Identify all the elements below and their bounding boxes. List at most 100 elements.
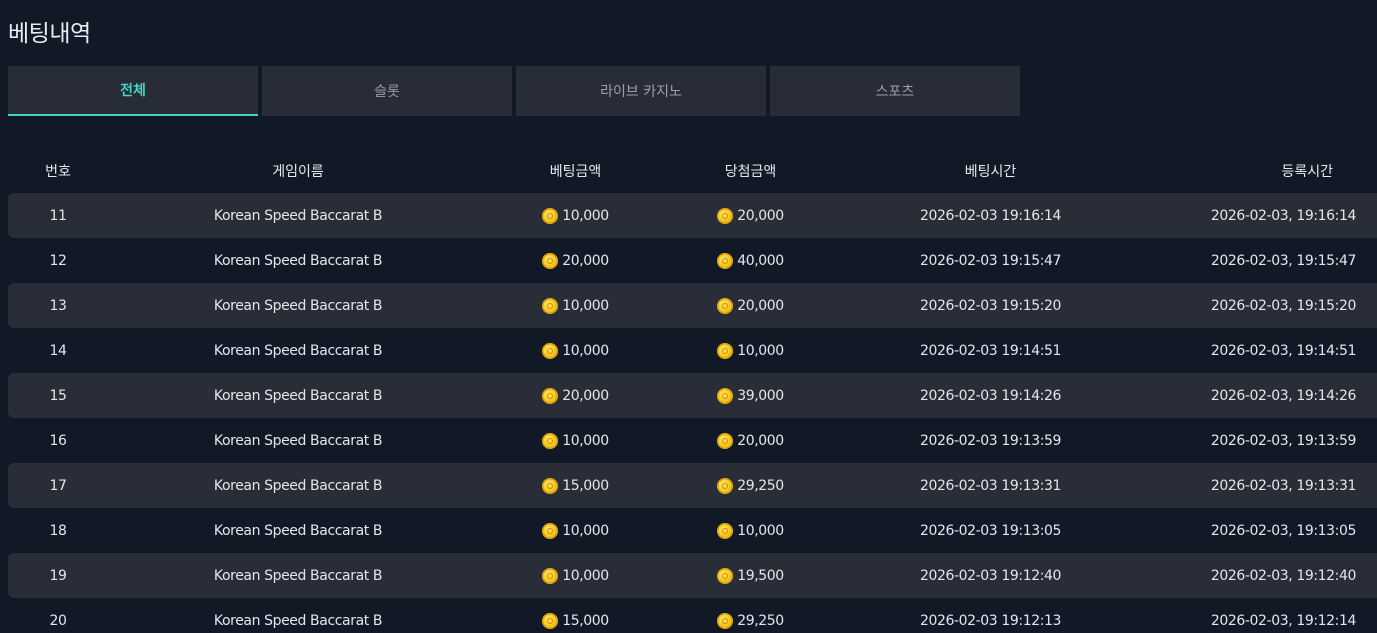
game-name: Korean Speed Baccarat B <box>213 252 383 269</box>
bet-time: 2026-02-03 19:12:40 <box>919 567 1062 584</box>
gold-coin-icon <box>717 342 734 359</box>
win-amount-value: 20,000 <box>737 297 784 314</box>
gold-coin-icon <box>542 207 559 224</box>
header-win-amount: 당첨금액 <box>724 163 777 180</box>
gold-coin-icon <box>717 387 734 404</box>
table-row: 17 Korean Speed Baccarat B 15,000 29,250 202… <box>8 463 1377 508</box>
win-amount: 40,000 <box>663 252 838 269</box>
win-amount: 19,500 <box>663 567 838 584</box>
gold-coin-icon <box>717 567 734 584</box>
gold-coin-icon <box>542 252 559 269</box>
bet-amount-value: 10,000 <box>562 342 609 359</box>
header-game: 게임이름 <box>272 163 324 180</box>
win-amount: 20,000 <box>663 432 838 449</box>
row-number: 14 <box>49 342 67 359</box>
bet-amount: 20,000 <box>488 387 663 404</box>
bet-time: 2026-02-03 19:15:47 <box>919 252 1062 269</box>
gold-coin-icon <box>542 432 559 449</box>
table-row: 19 Korean Speed Baccarat B 10,000 19,500 202… <box>8 553 1377 598</box>
header-reg-time: 등록시간 <box>1281 163 1333 180</box>
header-bet-time: 베팅시간 <box>964 163 1017 180</box>
bet-amount-value: 10,000 <box>562 522 609 539</box>
row-number: 11 <box>49 207 67 224</box>
row-number: 20 <box>49 612 67 629</box>
row-number: 18 <box>49 522 67 539</box>
bet-amount: 15,000 <box>488 477 663 494</box>
reg-time: 2026-02-03, 19:14:26 <box>1210 387 1357 404</box>
gold-coin-icon <box>717 432 734 449</box>
bet-amount-value: 20,000 <box>562 252 609 269</box>
win-amount-value: 20,000 <box>737 207 784 224</box>
row-number: 16 <box>49 432 67 449</box>
table-row: 12 Korean Speed Baccarat B 20,000 40,000 202… <box>8 238 1377 283</box>
table-row: 15 Korean Speed Baccarat B 20,000 39,000 202… <box>8 373 1377 418</box>
game-name: Korean Speed Baccarat B <box>213 432 383 449</box>
win-amount-value: 20,000 <box>737 432 784 449</box>
page-title: 베팅내역 <box>8 21 91 47</box>
win-amount: 10,000 <box>663 342 838 359</box>
win-amount: 10,000 <box>663 522 838 539</box>
table-row: 16 Korean Speed Baccarat B 10,000 20,000 202… <box>8 418 1377 463</box>
bet-amount: 15,000 <box>488 612 663 629</box>
row-number: 13 <box>49 297 67 314</box>
bet-amount: 10,000 <box>488 207 663 224</box>
header-bet-amount: 베팅금액 <box>549 163 602 180</box>
table-body: 11 Korean Speed Baccarat B 10,000 20,000 202… <box>8 193 1377 633</box>
table-row: 11 Korean Speed Baccarat B 10,000 20,000 202… <box>8 193 1377 238</box>
game-name: Korean Speed Baccarat B <box>213 612 383 629</box>
tab-all[interactable]: 전체 <box>8 66 258 116</box>
table-header: 번호 게임이름 베팅금액 당첨금액 베팅시간 등록시간 <box>8 148 1377 193</box>
gold-coin-icon <box>542 522 559 539</box>
win-amount-value: 29,250 <box>737 477 784 494</box>
win-amount: 20,000 <box>663 297 838 314</box>
table-row: 20 Korean Speed Baccarat B 15,000 29,250 202… <box>8 598 1377 633</box>
tab-slot[interactable]: 슬롯 <box>262 66 512 116</box>
bet-amount: 10,000 <box>488 567 663 584</box>
reg-time: 2026-02-03, 19:13:05 <box>1210 522 1357 539</box>
bet-time: 2026-02-03 19:13:31 <box>919 477 1062 494</box>
reg-time: 2026-02-03, 19:12:14 <box>1210 612 1357 629</box>
win-amount-value: 40,000 <box>737 252 784 269</box>
reg-time: 2026-02-03, 19:16:14 <box>1210 207 1357 224</box>
bet-amount-value: 10,000 <box>562 432 609 449</box>
win-amount: 39,000 <box>663 387 838 404</box>
bet-time: 2026-02-03 19:14:26 <box>919 387 1062 404</box>
win-amount-value: 29,250 <box>737 612 784 629</box>
game-name: Korean Speed Baccarat B <box>213 387 383 404</box>
category-tabs: 전체 슬롯 라이브 카지노 스포츠 <box>8 66 1020 116</box>
row-number: 15 <box>49 387 67 404</box>
gold-coin-icon <box>542 612 559 629</box>
win-amount: 20,000 <box>663 207 838 224</box>
table-row: 14 Korean Speed Baccarat B 10,000 10,000 202… <box>8 328 1377 373</box>
table-row: 13 Korean Speed Baccarat B 10,000 20,000 202… <box>8 283 1377 328</box>
bet-time: 2026-02-03 19:13:05 <box>919 522 1062 539</box>
reg-time: 2026-02-03, 19:15:47 <box>1210 252 1357 269</box>
row-number: 19 <box>49 567 67 584</box>
game-name: Korean Speed Baccarat B <box>213 342 383 359</box>
gold-coin-icon <box>542 387 559 404</box>
game-name: Korean Speed Baccarat B <box>213 477 383 494</box>
gold-coin-icon <box>542 342 559 359</box>
bet-amount-value: 10,000 <box>562 207 609 224</box>
table-row: 18 Korean Speed Baccarat B 10,000 10,000 202… <box>8 508 1377 553</box>
gold-coin-icon <box>542 297 559 314</box>
bet-amount-value: 10,000 <box>562 567 609 584</box>
reg-time: 2026-02-03, 19:12:40 <box>1210 567 1357 584</box>
betting-history-page: 베팅내역 전체 슬롯 라이브 카지노 스포츠 번호 게임이름 베팅금액 당첨금액… <box>0 0 1377 633</box>
bet-time: 2026-02-03 19:12:13 <box>919 612 1062 629</box>
bet-time: 2026-02-03 19:15:20 <box>919 297 1062 314</box>
bet-amount: 10,000 <box>488 342 663 359</box>
bet-amount: 10,000 <box>488 522 663 539</box>
bet-amount-value: 20,000 <box>562 387 609 404</box>
bet-time: 2026-02-03 19:13:59 <box>919 432 1062 449</box>
tab-live-casino[interactable]: 라이브 카지노 <box>516 66 766 116</box>
game-name: Korean Speed Baccarat B <box>213 297 383 314</box>
bet-amount-value: 15,000 <box>562 612 609 629</box>
win-amount-value: 19,500 <box>737 567 784 584</box>
gold-coin-icon <box>717 522 734 539</box>
reg-time: 2026-02-03, 19:13:59 <box>1210 432 1357 449</box>
gold-coin-icon <box>717 477 734 494</box>
win-amount: 29,250 <box>663 612 838 629</box>
tab-sports[interactable]: 스포츠 <box>770 66 1020 116</box>
win-amount-value: 10,000 <box>737 522 784 539</box>
